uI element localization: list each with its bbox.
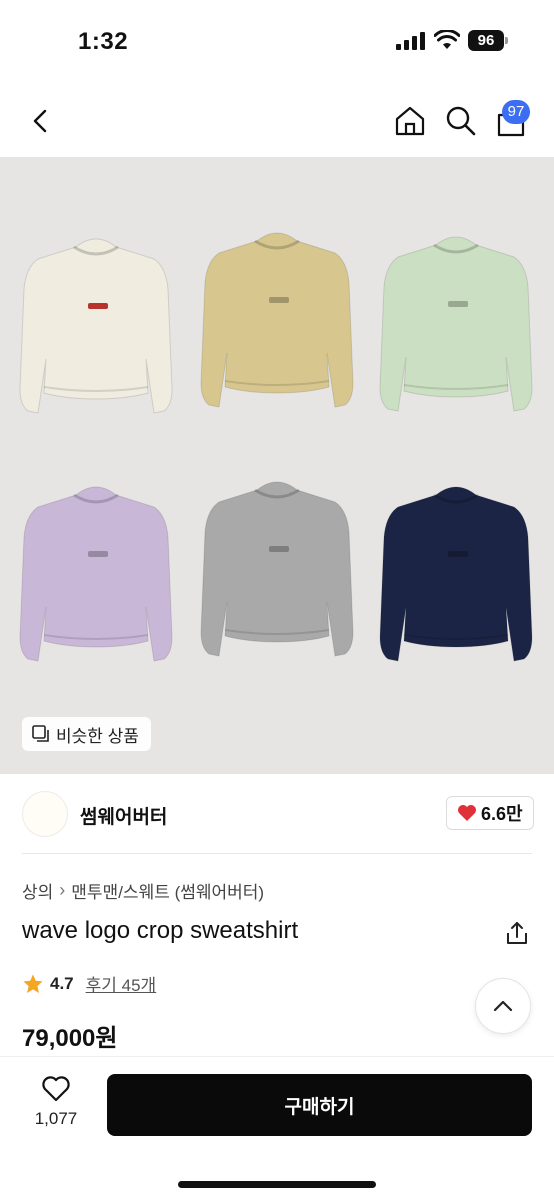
chevron-up-icon (493, 1000, 513, 1012)
sweatshirts-photo (19, 232, 533, 662)
search-icon[interactable] (444, 104, 478, 138)
wishlist-count: 1,077 (34, 1109, 78, 1128)
bottom-bar: 1,077 구매하기 (0, 1056, 554, 1200)
shirt-logo (448, 551, 468, 557)
store-name[interactable]: 썸웨어버터 (80, 802, 167, 829)
product-image[interactable]: 비슷한 상품 (0, 157, 554, 774)
wishlist-button[interactable]: 1,077 (20, 1075, 92, 1129)
shirt-logo (269, 297, 289, 303)
product-title: wave logo crop sweatshirt (22, 917, 299, 944)
store-row: 썸웨어버터 6.6만 (0, 774, 554, 854)
buy-button[interactable]: 구매하기 (107, 1074, 532, 1136)
breadcrumb: 상의 › 맨투맨/스웨트 (썸웨어버터) (22, 878, 264, 903)
store-like-button[interactable]: 6.6만 (446, 796, 534, 830)
review-link[interactable]: 후기 45개 (86, 971, 157, 996)
heart-outline-icon (42, 1076, 70, 1102)
rating-value: 4.7 (50, 973, 74, 993)
store-like-count: 6.6만 (481, 804, 523, 824)
back-icon[interactable] (24, 104, 58, 138)
similar-icon (32, 725, 49, 742)
shirt-logo (448, 301, 468, 307)
share-icon[interactable] (504, 920, 530, 946)
nav-header (0, 92, 554, 152)
battery-icon: 96 (468, 30, 508, 51)
sweatshirt-3 (379, 236, 533, 412)
breadcrumb-subcategory[interactable]: 맨투맨/스웨트 (썸웨어버터) (71, 878, 264, 903)
shirt-logo (88, 303, 108, 309)
similar-products-label: 비슷한 상품 (56, 726, 139, 746)
cart-badge: 97 (502, 100, 530, 124)
heart-filled-icon (458, 805, 476, 821)
similar-products-button[interactable]: 비슷한 상품 (22, 717, 151, 751)
wifi-icon (434, 30, 460, 49)
store-logo[interactable] (22, 791, 68, 837)
sweatshirt-5 (200, 481, 354, 657)
star-icon (23, 973, 43, 993)
status-time: 1:32 (78, 28, 129, 55)
battery-level: 96 (468, 30, 504, 51)
sweatshirt-4 (19, 486, 173, 662)
rating-row: 4.7 후기 45개 (22, 971, 156, 996)
divider (22, 853, 532, 854)
breadcrumb-category[interactable]: 상의 (22, 878, 53, 903)
product-price: 79,000원 (22, 1025, 118, 1052)
sweatshirt-6 (379, 486, 533, 662)
sweatshirt-2 (200, 232, 354, 408)
home-indicator (178, 1181, 376, 1188)
shirt-logo (269, 546, 289, 552)
sweatshirt-1 (19, 238, 173, 414)
status-bar: 1:32 96 (0, 0, 554, 80)
signal-icon (396, 32, 425, 50)
scroll-top-button[interactable] (475, 978, 531, 1034)
chevron-right-icon: › (59, 880, 66, 900)
home-icon[interactable] (393, 104, 427, 138)
shirt-logo (88, 551, 108, 557)
